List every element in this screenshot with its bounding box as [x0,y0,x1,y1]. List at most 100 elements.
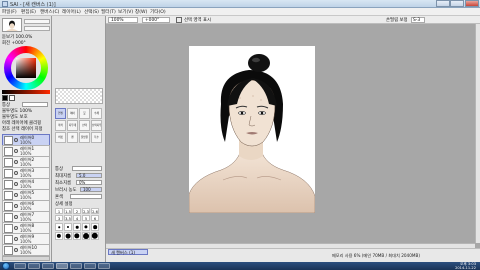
blend-mode-select[interactable] [22,102,48,107]
zoom-value: 100% [111,18,124,23]
minimize-button[interactable] [436,0,450,7]
menu-canvas[interactable]: 캔버스(C) [40,9,59,15]
primary-color-swatch[interactable] [2,95,8,101]
taskbar-app-icon[interactable] [70,263,82,269]
brush-size-preset[interactable]: 1 [55,208,63,214]
brush-size-dot[interactable] [91,223,99,231]
eye-icon[interactable] [14,248,18,252]
eye-icon[interactable] [14,160,18,164]
secondary-color-swatch[interactable] [9,95,15,101]
eye-icon[interactable] [14,171,18,175]
menu-bar: 파일(F) 편집(E) 캔버스(C) 레이어(L) 선택(S) 필터(T) 보기… [0,8,480,16]
tool-button[interactable]: 물방울 [79,132,90,143]
blending-slider[interactable] [70,194,102,199]
menu-other[interactable]: 기타(O) [150,9,166,15]
brush-size-dot[interactable] [64,223,72,231]
menu-file[interactable]: 파일(F) [2,9,17,15]
stabilizer-select[interactable]: S-3 [411,17,425,23]
brush-size-preset[interactable]: 6 [91,215,99,221]
eye-icon[interactable] [14,149,18,153]
eye-icon[interactable] [14,138,18,142]
brush-dot-icon [83,233,89,239]
brush-size-preset[interactable]: 3.5 [64,215,72,221]
brush-size-dot[interactable] [82,223,90,231]
brush-size-dot[interactable] [55,223,63,231]
brush-size-dot[interactable] [73,223,81,231]
navigator-controls-2[interactable] [24,26,50,31]
canvas-area[interactable] [106,24,475,243]
tool-button[interactable]: 버킷 [55,132,66,143]
brush-size-slider[interactable]: 5.0 [76,173,102,178]
canvas-toolbar: 100% +000° 선택 영역 표시 손떨림 보정 S-3 [106,16,480,24]
menu-window[interactable]: 창(W) [135,9,147,15]
brush-size-preset[interactable]: 2 [73,208,81,214]
antialias-checkbox[interactable] [176,17,182,23]
brush-size-preset[interactable]: 4 [73,215,81,221]
eye-icon[interactable] [14,237,18,241]
layer-thumbnail [4,246,13,255]
selection-source-checkbox[interactable]: 참조 선택 레이어 지정 [2,126,43,132]
brush-size-dot[interactable] [91,232,99,240]
color-wheel[interactable] [4,46,48,90]
taskbar-media-icon[interactable] [42,263,54,269]
layer-item[interactable]: 레이어10 100% [2,244,50,256]
navigator-preview[interactable] [2,18,22,32]
taskbar-sai-icon[interactable] [56,263,68,269]
menu-edit[interactable]: 편집(E) [21,9,36,15]
tool-button[interactable]: 특수 [91,132,102,143]
color-sv-square[interactable] [16,58,36,78]
navigator-controls[interactable] [24,19,50,24]
min-size-slider[interactable]: 0% [76,180,102,185]
tool-button[interactable]: 붓 [79,108,90,119]
tool-mode-select[interactable] [72,166,102,171]
tool-button[interactable]: 마커 [55,120,66,131]
layer-buttons[interactable] [2,256,50,261]
eye-icon[interactable] [14,204,18,208]
taskbar: 오후 3:03 2014-11-22 [0,262,480,270]
tool-button[interactable]: 선택지우 [91,120,102,131]
eye-icon[interactable] [14,226,18,230]
eye-icon[interactable] [14,215,18,219]
brush-size-dot[interactable] [55,232,63,240]
maximize-button[interactable] [450,0,464,7]
eye-icon[interactable] [14,182,18,186]
menu-layer[interactable]: 레이어(L) [62,9,81,15]
tool-button[interactable]: 펜 [67,132,78,143]
zoom-select[interactable]: 100% [108,17,138,23]
detail-settings-toggle[interactable]: 상세 설정 [55,201,73,207]
brush-size-preset[interactable]: 2.6 [91,208,99,214]
canvas-tab[interactable]: 새 캔버스 (1) [108,249,148,255]
brush-size-label: 최대지름 [55,174,72,179]
taskbar-ie-icon[interactable] [14,263,26,269]
menu-select[interactable]: 선택(S) [84,9,99,15]
color-slider[interactable] [2,90,50,94]
taskbar-folder-icon[interactable] [28,263,40,269]
vertical-scrollbar[interactable] [475,24,480,243]
eye-icon[interactable] [14,193,18,197]
brush-size-preset[interactable]: 5 [82,215,90,221]
canvas[interactable] [188,46,316,214]
brush-size-preset[interactable]: 2.3 [82,208,90,214]
tool-button[interactable]: 선택 [79,120,90,131]
menu-view[interactable]: 보기(V) [118,9,133,15]
taskbar-clock[interactable]: 오후 3:03 2014-11-22 [455,262,476,270]
brush-size-preset[interactable]: 3 [55,215,63,221]
tool-button[interactable]: 연필 [55,108,66,119]
taskbar-app-icon-2[interactable] [84,263,96,269]
taskbar-app-icon-3[interactable] [98,263,110,269]
tool-label: 선택 [82,124,87,127]
angle-select[interactable]: +000° [142,17,170,23]
brush-size-dot[interactable] [82,232,90,240]
tool-button[interactable]: 지우개 [67,120,78,131]
menu-filter[interactable]: 필터(T) [101,9,116,15]
close-button[interactable] [465,0,479,7]
brush-size-dot[interactable] [64,232,72,240]
scratchpad[interactable] [55,88,103,104]
density-slider[interactable]: 100 [80,187,102,192]
tool-button[interactable]: 수채 [91,108,102,119]
brush-size-dot[interactable] [73,232,81,240]
tool-button[interactable]: 에어 [67,108,78,119]
brush-size-preset[interactable]: 1.5 [64,208,72,214]
layer-thumbnail [4,158,13,167]
start-button[interactable] [2,262,10,270]
